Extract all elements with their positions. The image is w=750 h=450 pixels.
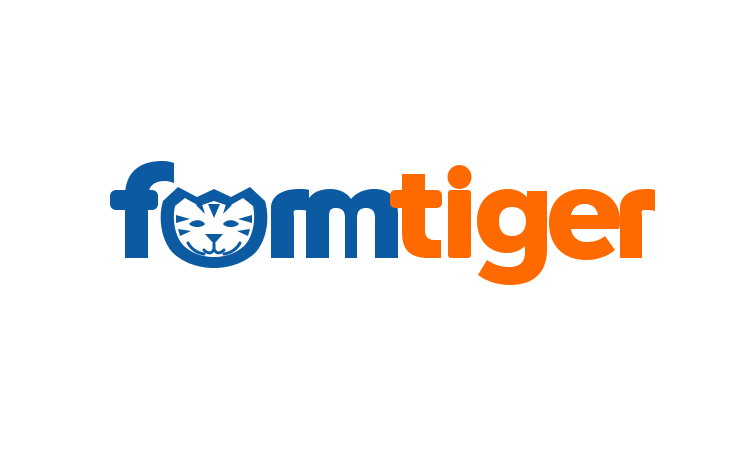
letter-m (306, 189, 398, 258)
letter-r (271, 189, 309, 258)
letter-r2 (620, 189, 655, 258)
logo-canvas: formtiger (0, 0, 750, 450)
formtiger-logo (110, 161, 655, 285)
tiger-face-icon (160, 187, 268, 268)
letter-i (447, 165, 472, 258)
logo-part-form (110, 161, 398, 268)
logo-part-tiger (390, 165, 655, 285)
letter-e (549, 189, 620, 260)
letter-g (477, 189, 547, 285)
